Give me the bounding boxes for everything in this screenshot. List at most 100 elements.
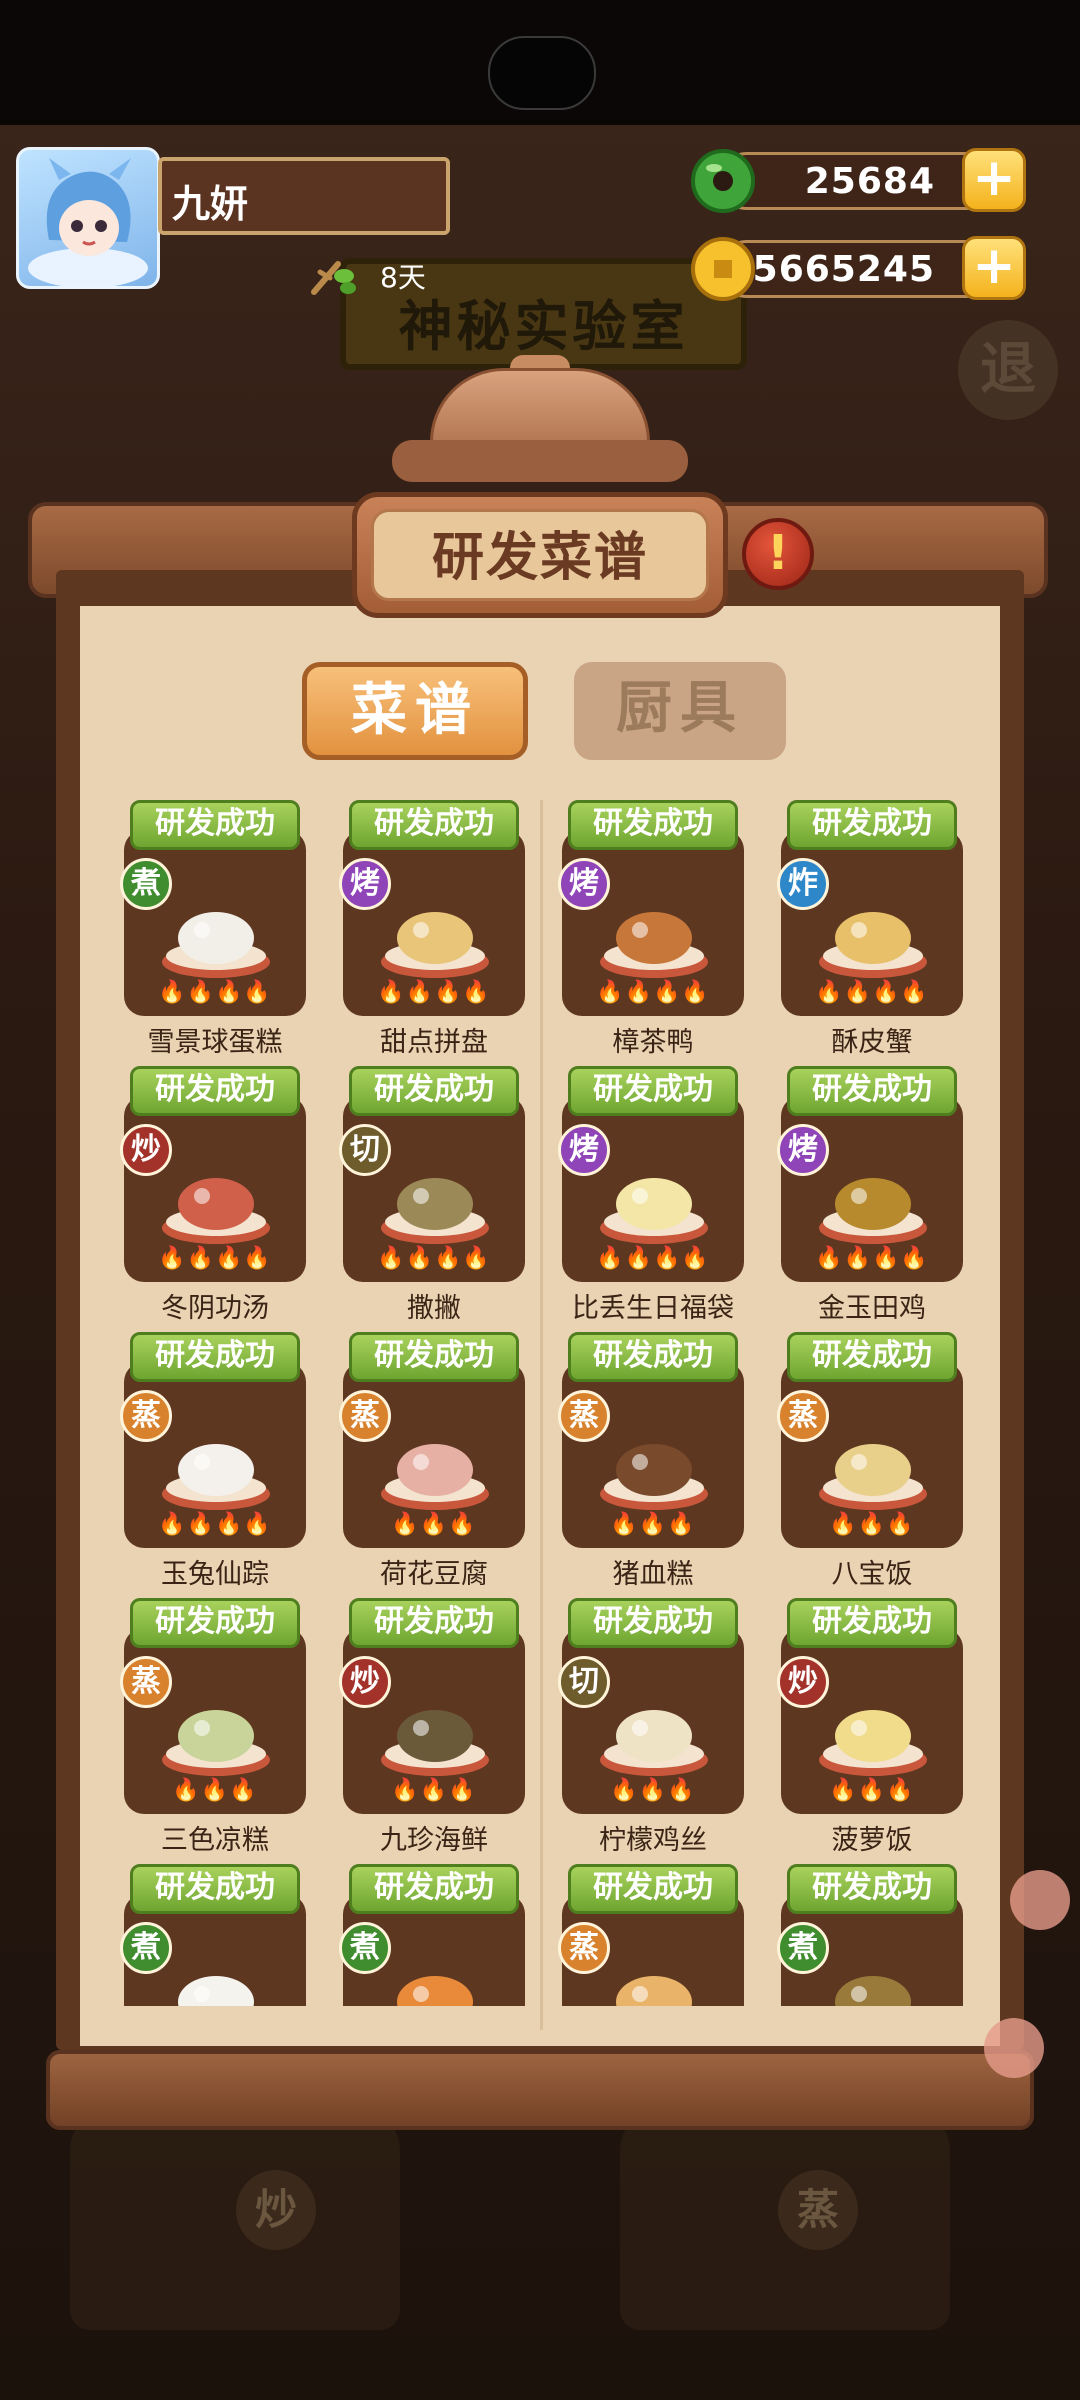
tab-utensils[interactable]: 厨具 xyxy=(574,662,786,760)
info-button[interactable]: ! xyxy=(742,518,814,590)
flame-icon: 🔥 xyxy=(843,980,872,1005)
cooking-method-badge: 炒 xyxy=(120,1124,172,1176)
avatar-character-icon xyxy=(28,158,148,286)
dish-icon xyxy=(178,1976,254,2006)
recipe-card[interactable]: 研发成功蒸 🔥🔥🔥🔥 玉兔仙踪 xyxy=(120,1332,310,1590)
cooking-method-badge: 烤 xyxy=(777,1124,829,1176)
tab-recipes[interactable]: 菜谱 xyxy=(302,662,528,760)
coin-icon xyxy=(691,237,755,301)
recipe-name: 玉兔仙踪 xyxy=(161,1559,269,1590)
recipe-card[interactable]: 研发成功煮 xyxy=(339,1864,529,2006)
lid-base xyxy=(392,440,688,482)
recipe-card[interactable]: 研发成功烤 🔥🔥🔥🔥 樟茶鸭 xyxy=(558,800,748,1058)
cooking-method-badge: 煮 xyxy=(120,858,172,910)
dish-icon xyxy=(819,912,927,978)
recipe-name: 猪血糕 xyxy=(612,1559,694,1590)
player-avatar[interactable] xyxy=(16,147,160,289)
cooking-method-badge: 烤 xyxy=(558,1124,610,1176)
recipe-name: 酥皮蟹 xyxy=(831,1027,913,1058)
recipe-name: 雪景球蛋糕 xyxy=(147,1027,283,1058)
recipe-name: 樟茶鸭 xyxy=(612,1027,694,1058)
flame-icon: 🔥 xyxy=(667,1778,696,1803)
flame-icon: 🔥 xyxy=(596,980,625,1005)
flame-icon: 🔥 xyxy=(186,1512,215,1537)
flame-icon: 🔥 xyxy=(391,1778,420,1803)
stove-left xyxy=(70,2110,400,2330)
jade-add-button[interactable]: + xyxy=(962,148,1026,212)
status-badge: 研发成功 xyxy=(349,1332,519,1382)
recipe-card[interactable]: 研发成功炒 🔥🔥🔥 九珍海鲜 xyxy=(339,1598,529,1856)
difficulty-flames: 🔥🔥🔥🔥 xyxy=(578,1246,728,1274)
flame-icon: 🔥 xyxy=(900,1246,929,1271)
recipe-card[interactable]: 研发成功烤 🔥🔥🔥🔥 比丢生日福袋 xyxy=(558,1066,748,1324)
recipe-name: 撒撇 xyxy=(407,1293,461,1324)
flame-icon: 🔥 xyxy=(172,1778,201,1803)
dish-icon xyxy=(600,912,708,978)
cooking-method-badge: 煮 xyxy=(339,1922,391,1974)
stove-right-label: 蒸 xyxy=(778,2170,858,2250)
cooking-method-badge: 烤 xyxy=(558,858,610,910)
player-name-plate: 九妍 xyxy=(158,157,450,235)
recipe-card[interactable]: 研发成功蒸 🔥🔥🔥 八宝饭 xyxy=(777,1332,967,1590)
flame-icon: 🔥 xyxy=(857,1512,887,1537)
status-badge: 研发成功 xyxy=(787,800,957,850)
recipe-name: 金玉田鸡 xyxy=(818,1293,926,1324)
status-badge: 研发成功 xyxy=(568,1598,738,1648)
recipe-card[interactable]: 研发成功煮 🔥🔥🔥🔥 雪景球蛋糕 xyxy=(120,800,310,1058)
flame-icon: 🔥 xyxy=(186,980,215,1005)
flame-icon: 🔥 xyxy=(419,1778,449,1803)
recipe-card[interactable]: 研发成功炸 🔥🔥🔥🔥 酥皮蟹 xyxy=(777,800,967,1058)
recipe-card[interactable]: 研发成功烤 🔥🔥🔥🔥 甜点拼盘 xyxy=(339,800,529,1058)
status-badge: 研发成功 xyxy=(568,1864,738,1914)
flame-icon: 🔥 xyxy=(872,1246,901,1271)
flame-icon: 🔥 xyxy=(900,980,929,1005)
cooking-method-badge: 烤 xyxy=(339,858,391,910)
flame-icon: 🔥 xyxy=(610,1778,639,1803)
status-badge: 研发成功 xyxy=(568,1066,738,1116)
dish-icon xyxy=(381,1178,489,1244)
flame-icon: 🔥 xyxy=(229,1778,258,1803)
recipe-card[interactable]: 研发成功蒸 🔥🔥🔥 荷花豆腐 xyxy=(339,1332,529,1590)
days-counter: 8天 xyxy=(380,261,426,294)
recipe-card[interactable]: 研发成功蒸 🔥🔥🔥 三色凉糕 xyxy=(120,1598,310,1856)
flame-icon: 🔥 xyxy=(638,1512,668,1537)
dish-icon xyxy=(835,1976,911,2006)
status-badge: 研发成功 xyxy=(349,1066,519,1116)
flame-icon: 🔥 xyxy=(243,1512,272,1537)
recipe-card[interactable]: 研发成功烤 🔥🔥🔥🔥 金玉田鸡 xyxy=(777,1066,967,1324)
recipe-card[interactable]: 研发成功煮 xyxy=(120,1864,310,2006)
recipe-card[interactable]: 研发成功切 🔥🔥🔥🔥 撒撇 xyxy=(339,1066,529,1324)
status-badge: 研发成功 xyxy=(130,800,300,850)
dish-icon xyxy=(616,1976,692,2006)
difficulty-flames: 🔥🔥🔥 xyxy=(797,1512,947,1540)
difficulty-flames: 🔥🔥🔥🔥 xyxy=(140,1246,290,1274)
cooking-method-badge: 蒸 xyxy=(777,1390,829,1442)
recipe-card[interactable]: 研发成功煮 xyxy=(777,1864,967,2006)
dish-icon xyxy=(381,1710,489,1776)
cooking-method-badge: 炒 xyxy=(777,1656,829,1708)
flame-icon: 🔥 xyxy=(653,980,682,1005)
recipe-name: 甜点拼盘 xyxy=(380,1027,488,1058)
recipe-card[interactable]: 研发成功切 🔥🔥🔥 柠檬鸡丝 xyxy=(558,1598,748,1856)
flame-icon: 🔥 xyxy=(215,1512,244,1537)
status-bar xyxy=(0,0,1080,125)
dish-icon xyxy=(819,1444,927,1510)
flame-icon: 🔥 xyxy=(158,1246,187,1271)
dish-icon xyxy=(397,1976,473,2006)
flame-icon: 🔥 xyxy=(653,1246,682,1271)
recipe-card[interactable]: 研发成功炒 🔥🔥🔥 菠萝饭 xyxy=(777,1598,967,1856)
recipe-card[interactable]: 研发成功蒸 xyxy=(558,1864,748,2006)
coin-amount: 45665245 xyxy=(726,249,935,290)
flower-decoration xyxy=(1010,1870,1070,1930)
dish-icon xyxy=(381,912,489,978)
dish-icon xyxy=(162,1178,270,1244)
difficulty-flames: 🔥🔥🔥 xyxy=(797,1778,947,1806)
exit-button[interactable]: 退 xyxy=(958,320,1058,420)
status-badge: 研发成功 xyxy=(787,1066,957,1116)
recipe-card[interactable]: 研发成功炒 🔥🔥🔥🔥 冬阴功汤 xyxy=(120,1066,310,1324)
recipe-card[interactable]: 研发成功蒸 🔥🔥🔥 猪血糕 xyxy=(558,1332,748,1590)
panel-title-plate: 研发菜谱 xyxy=(352,492,728,618)
panel-title: 研发菜谱 xyxy=(431,528,648,588)
coin-add-button[interactable]: + xyxy=(962,236,1026,300)
dish-icon xyxy=(819,1178,927,1244)
